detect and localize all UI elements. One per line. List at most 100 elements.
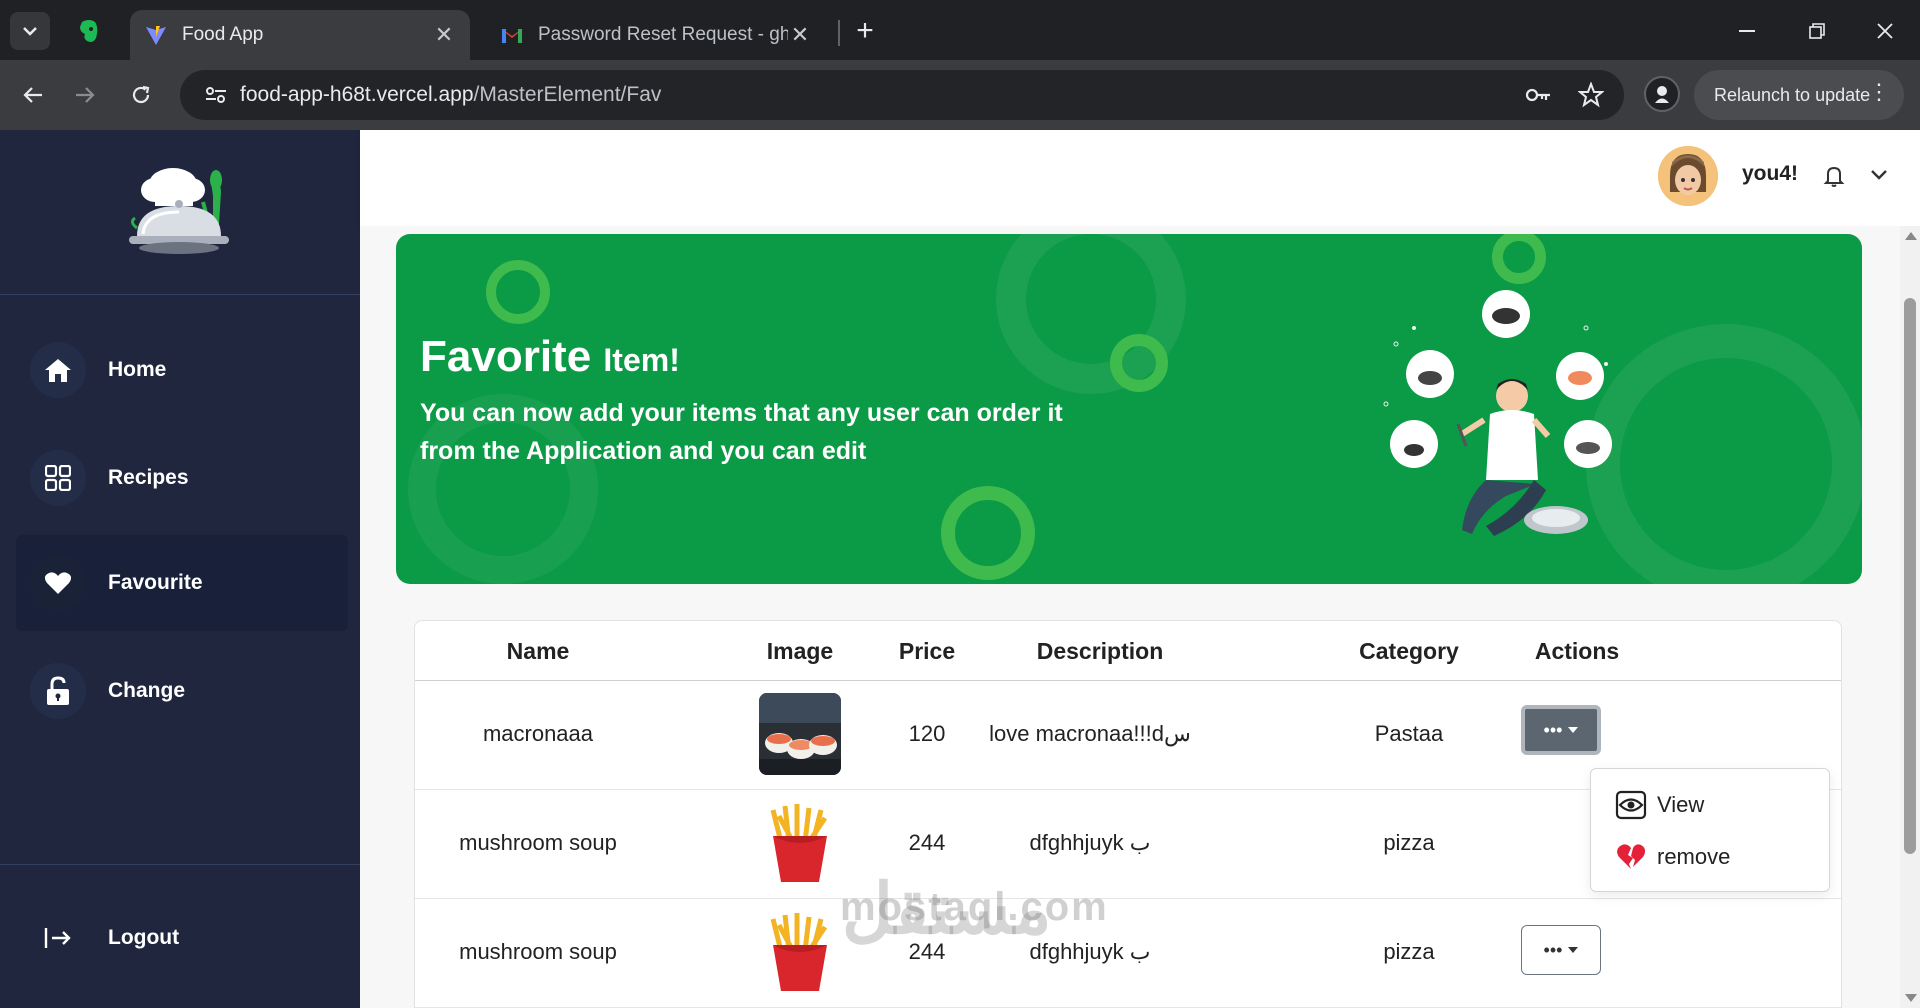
cell-price: 244 [908, 830, 946, 855]
scrollbar-thumb[interactable] [1904, 298, 1916, 854]
chef-logo-icon [129, 168, 229, 254]
fries-image [759, 911, 841, 993]
sushi-image [759, 693, 841, 775]
eye-icon [1615, 789, 1647, 821]
notification-bell-icon[interactable] [1822, 164, 1846, 193]
forward-button[interactable] [64, 74, 106, 116]
broken-heart-icon [1615, 841, 1647, 873]
grid-icon [30, 450, 86, 506]
menu-item-remove[interactable]: remove [1615, 841, 1730, 873]
app-header: you4! [360, 130, 1920, 226]
username: you4! [1742, 162, 1799, 185]
reload-button[interactable] [120, 74, 162, 116]
row-actions-menu: View remove [1590, 768, 1830, 892]
cell-price: 120 [908, 721, 946, 746]
banner-decor-ring [1586, 324, 1862, 584]
page-title-main: Favorite [420, 332, 592, 381]
caret-down-icon [1568, 727, 1579, 733]
sidebar: Home Recipes Favourite Change Logout [0, 130, 360, 1008]
close-tab-icon[interactable]: ✕ [788, 22, 812, 48]
evernote-extension-icon[interactable] [74, 16, 104, 46]
cell-name: mushroom soup [459, 830, 617, 855]
logout-icon [30, 910, 86, 966]
table-header: Name Image Price Description Category Ac… [415, 621, 1841, 681]
page-title: Favorite Item! [420, 332, 680, 382]
sidebar-item-label: Favourite [108, 571, 203, 594]
favorite-banner: Favorite Item! You can now add your item… [396, 234, 1862, 584]
sidebar-item-label: Change [108, 679, 186, 702]
page-scrollbar[interactable] [1900, 226, 1920, 1008]
url-path: /MasterElement/Fav [473, 83, 662, 106]
cell-name: macronaaa [482, 721, 594, 746]
url-text: food-app-h68t.vercel.app/MasterElement/F… [240, 83, 661, 107]
row-actions-button[interactable]: ••• [1521, 925, 1601, 975]
column-header: Actions [1534, 638, 1620, 664]
eating-person-illustration [1383, 290, 1612, 536]
tab-food-app[interactable]: Food App ✕ [130, 10, 470, 60]
back-arrow-icon [23, 87, 42, 103]
banner-description: You can now add your items that any user… [420, 399, 1063, 465]
logout-button[interactable]: Logout [16, 890, 348, 986]
heart-icon [30, 555, 86, 611]
restore-button[interactable] [1792, 14, 1842, 48]
cell-category: Pastaa [1374, 721, 1444, 746]
unlock-icon [30, 663, 86, 719]
menu-item-view[interactable]: View [1615, 789, 1704, 821]
menu-item-label: remove [1657, 844, 1731, 869]
watermark-latin: mostaql.com [840, 885, 1109, 929]
close-tab-icon[interactable]: ✕ [432, 22, 456, 48]
page-title-sub: Item! [603, 342, 680, 378]
back-button[interactable] [12, 74, 54, 116]
column-header: Category [1359, 638, 1459, 664]
scroll-down-arrow-icon[interactable] [1905, 994, 1917, 1002]
tab-search-button[interactable] [10, 12, 50, 50]
bookmark-star-icon[interactable] [1577, 81, 1605, 113]
column-header: Name [506, 638, 570, 664]
tab-password-reset[interactable]: Password Reset Request - ghhj ✕ [486, 10, 826, 60]
sidebar-item-recipes[interactable]: Recipes [16, 430, 348, 526]
logout-label: Logout [108, 926, 180, 949]
site-info-icon[interactable] [192, 86, 240, 104]
sidebar-item-label: Home [108, 358, 167, 381]
sidebar-item-home[interactable]: Home [16, 322, 348, 418]
cell-category: pizza [1383, 939, 1435, 964]
user-menu-chevron-icon[interactable] [1870, 168, 1888, 186]
forward-arrow-icon [76, 87, 95, 103]
sidebar-item-label: Recipes [108, 466, 189, 489]
cell-name: mushroom soup [459, 939, 617, 964]
more-dots-icon: ••• [1543, 939, 1563, 960]
fries-image [759, 802, 841, 884]
tab-title: Food App [182, 24, 264, 45]
table-row: mushroom soup 244 dfghhjuyk ب pizza ••• [415, 899, 1841, 1008]
menu-item-label: View [1657, 792, 1705, 817]
reload-icon [132, 85, 150, 104]
chevron-down-icon [23, 27, 37, 36]
new-tab-button[interactable]: + [848, 14, 882, 48]
relaunch-update-button[interactable]: Relaunch to update ⋮ [1694, 70, 1904, 120]
address-bar[interactable]: food-app-h68t.vercel.app/MasterElement/F… [180, 70, 1624, 120]
close-window-button[interactable] [1860, 14, 1910, 48]
browser-profile-avatar[interactable] [1644, 76, 1680, 112]
tab-separator [838, 20, 840, 46]
cell-description: love macronaa!!!dس [989, 721, 1191, 746]
user-avatar-icon [1658, 146, 1718, 206]
app-logo [0, 130, 360, 295]
password-key-icon[interactable] [1524, 82, 1552, 113]
close-icon [1877, 23, 1893, 39]
minimize-button[interactable] [1722, 14, 1772, 48]
sidebar-item-favourite[interactable]: Favourite [16, 535, 348, 631]
column-header: Description [1036, 638, 1164, 664]
kebab-menu-icon[interactable]: ⋮ [1868, 81, 1890, 103]
row-actions-button[interactable]: ••• [1521, 705, 1601, 755]
sidebar-item-change[interactable]: Change [16, 643, 348, 739]
scroll-up-arrow-icon[interactable] [1905, 232, 1917, 240]
caret-down-icon [1568, 947, 1579, 953]
avatar[interactable] [1658, 146, 1718, 206]
banner-decor-ring [1492, 234, 1546, 284]
restore-icon [1809, 23, 1825, 39]
vite-favicon-icon [144, 23, 168, 47]
column-header: Image [766, 638, 834, 664]
banner-decor-ring [941, 486, 1035, 580]
banner-decor-ring [1110, 334, 1168, 392]
relaunch-label: Relaunch to update [1714, 84, 1871, 105]
